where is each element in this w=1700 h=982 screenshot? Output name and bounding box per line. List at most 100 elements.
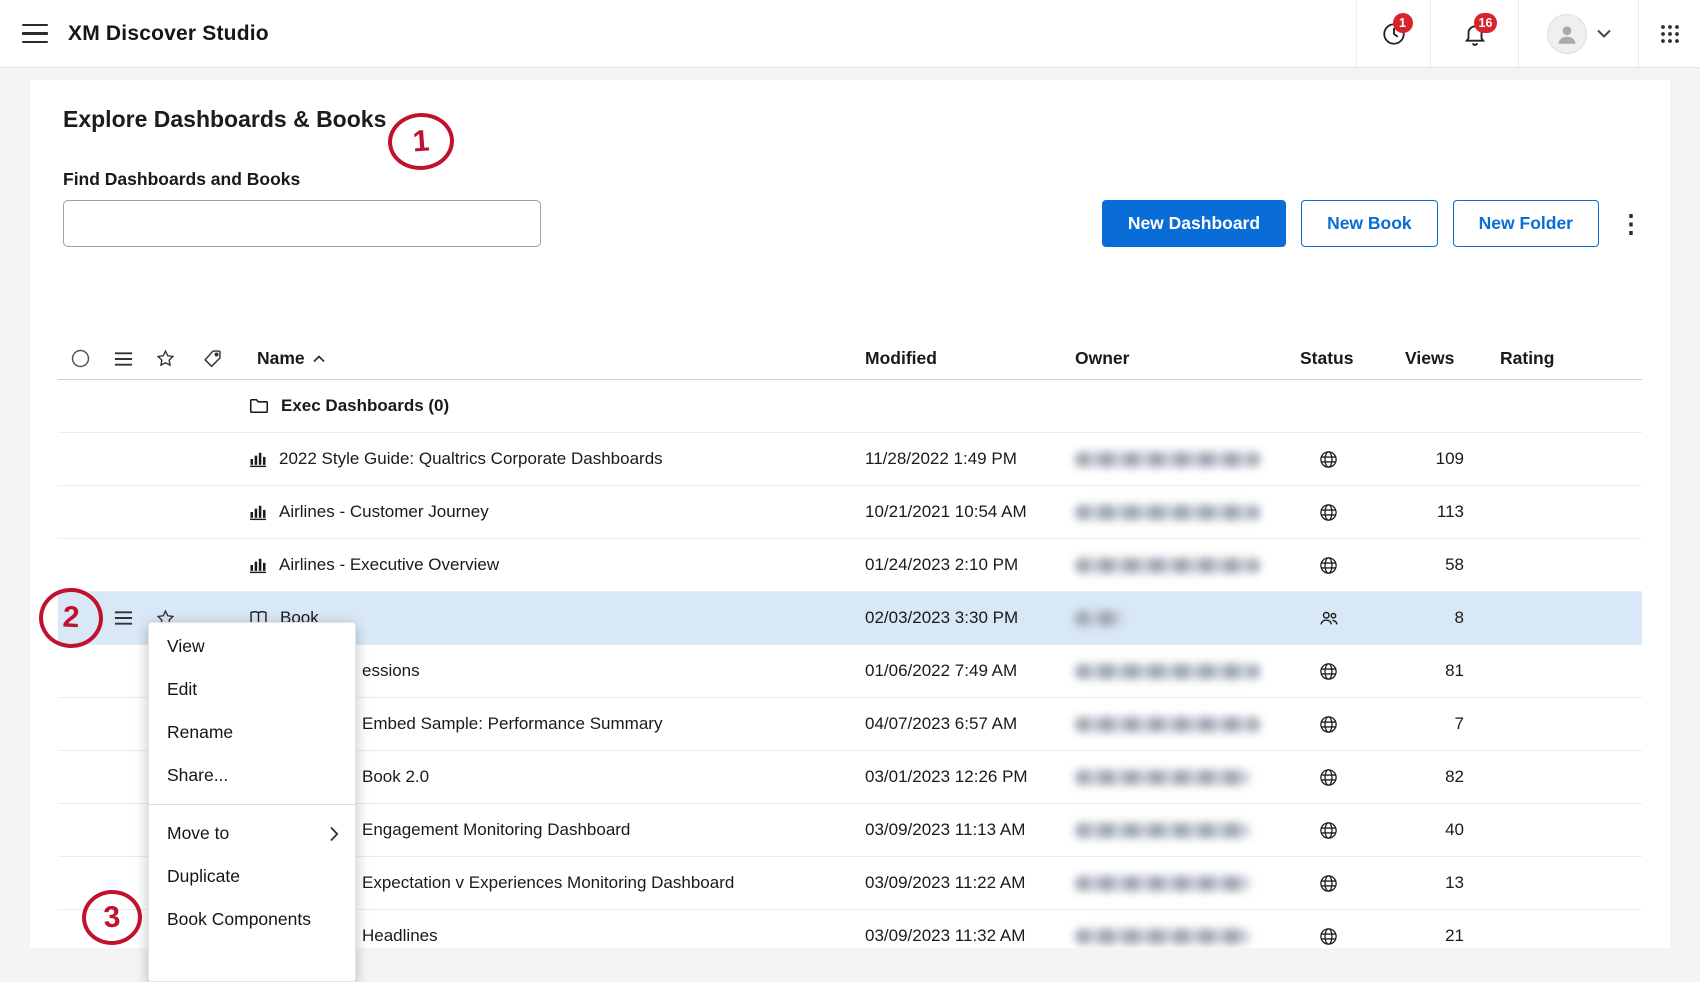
row-name-text: Book 2.0 [362, 767, 429, 787]
alerts-button[interactable]: 1 [1356, 0, 1430, 67]
row-views: 113 [1405, 502, 1500, 522]
row-name: Airlines - Customer Journey [238, 502, 865, 522]
dashboard-icon [248, 555, 268, 575]
menu-item-label: Move to [167, 823, 229, 844]
search-input[interactable] [63, 200, 541, 247]
menu-item-label: View [167, 636, 205, 657]
status-public-icon [1318, 767, 1339, 788]
menu-item-view[interactable]: View [149, 625, 355, 668]
menu-item-label: Share... [167, 765, 228, 786]
row-menu-icon[interactable] [102, 610, 144, 626]
table-row[interactable]: Airlines - Customer Journey 10/21/2021 10… [58, 486, 1642, 539]
row-modified: 10/21/2021 10:54 AM [865, 502, 1075, 522]
menu-item-share[interactable]: Share... [149, 754, 355, 797]
page-title: Explore Dashboards & Books [63, 106, 386, 133]
submenu-chevron-icon [329, 826, 339, 842]
status-public-icon [1318, 502, 1339, 523]
app-switcher-button[interactable] [1638, 0, 1700, 67]
owner-blurred-text [1075, 452, 1260, 467]
owner-blurred-text [1075, 611, 1123, 626]
column-header-modified[interactable]: Modified [865, 348, 1075, 369]
row-status [1300, 926, 1405, 947]
column-header-name[interactable]: Name [238, 348, 865, 369]
bell-icon: 16 [1462, 21, 1488, 47]
row-status [1300, 661, 1405, 682]
column-header-rating[interactable]: Rating [1500, 348, 1642, 369]
row-modified: 02/03/2023 3:30 PM [865, 608, 1075, 628]
more-actions-icon[interactable]: ⋮ [1618, 214, 1644, 234]
menu-item-label: Rename [167, 722, 233, 743]
row-context-menu: View Edit Rename Share... Move to Duplicate Bo… [148, 622, 356, 982]
row-views: 81 [1405, 661, 1500, 681]
row-owner [1075, 558, 1300, 573]
sort-caret-icon [313, 355, 325, 363]
row-name-text: Engagement Monitoring Dashboard [362, 820, 630, 840]
status-shared-icon [1318, 607, 1340, 629]
row-status [1300, 820, 1405, 841]
row-name-text: 2022 Style Guide: Qualtrics Corporate Da… [279, 449, 663, 469]
status-public-icon [1318, 449, 1339, 470]
dashboard-icon [248, 449, 268, 469]
menu-item-duplicate[interactable]: Duplicate [149, 855, 355, 898]
menu-item-label: Edit [167, 679, 197, 700]
table-header: Name Modified Owner Status Views Rating [58, 338, 1642, 380]
row-views: 82 [1405, 767, 1500, 787]
status-public-icon [1318, 820, 1339, 841]
row-name: Exec Dashboards (0) [238, 395, 865, 417]
row-owner [1075, 770, 1300, 785]
global-menu-icon[interactable] [22, 24, 48, 44]
row-owner [1075, 611, 1300, 626]
avatar [1547, 14, 1587, 54]
row-status [1300, 607, 1405, 629]
menu-item-label: Duplicate [167, 866, 240, 887]
row-modified: 03/01/2023 12:26 PM [865, 767, 1075, 787]
app-title: XM Discover Studio [68, 22, 269, 46]
column-header-views[interactable]: Views [1405, 348, 1500, 369]
column-header-owner[interactable]: Owner [1075, 348, 1300, 369]
table-row[interactable]: 2022 Style Guide: Qualtrics Corporate Da… [58, 433, 1642, 486]
row-name-text: Embed Sample: Performance Summary [362, 714, 662, 734]
row-modified: 11/28/2022 1:49 PM [865, 449, 1075, 469]
favorites-star-icon[interactable] [144, 348, 186, 369]
row-views: 21 [1405, 926, 1500, 946]
find-label: Find Dashboards and Books [63, 169, 300, 190]
menu-item-edit[interactable]: Edit [149, 668, 355, 711]
table-row[interactable]: Exec Dashboards (0) [58, 380, 1642, 433]
status-public-icon [1318, 873, 1339, 894]
row-name-text: Exec Dashboards (0) [281, 396, 449, 416]
status-public-icon [1318, 661, 1339, 682]
row-owner [1075, 717, 1300, 732]
new-book-button[interactable]: New Book [1301, 200, 1438, 247]
folder-icon [248, 395, 270, 417]
new-dashboard-button[interactable]: New Dashboard [1102, 200, 1286, 247]
filter-menu-icon[interactable] [102, 351, 144, 367]
owner-blurred-text [1075, 717, 1260, 732]
owner-blurred-text [1075, 876, 1250, 891]
row-name-text: Headlines [362, 926, 438, 946]
menu-divider [149, 804, 355, 805]
row-views: 7 [1405, 714, 1500, 734]
table-row[interactable]: Airlines - Executive Overview 01/24/2023 … [58, 539, 1642, 592]
status-public-icon [1318, 714, 1339, 735]
row-status [1300, 555, 1405, 576]
row-modified: 01/24/2023 2:10 PM [865, 555, 1075, 575]
owner-blurred-text [1075, 770, 1250, 785]
row-name-text: Airlines - Customer Journey [279, 502, 489, 522]
column-header-status[interactable]: Status [1300, 348, 1405, 369]
labels-tag-icon[interactable] [186, 348, 238, 369]
menu-item-rename[interactable]: Rename [149, 711, 355, 754]
chevron-down-icon [1597, 29, 1611, 38]
row-name-text: essions [362, 661, 420, 681]
row-modified: 01/06/2022 7:49 AM [865, 661, 1075, 681]
owner-blurred-text [1075, 929, 1250, 944]
select-all-circle-icon[interactable] [58, 349, 102, 368]
menu-item-move-to[interactable]: Move to [149, 812, 355, 855]
menu-item-book-components[interactable]: Book Components [149, 898, 355, 941]
user-menu-button[interactable] [1518, 0, 1638, 67]
row-views: 109 [1405, 449, 1500, 469]
new-folder-button[interactable]: New Folder [1453, 200, 1599, 247]
notifications-button[interactable]: 16 [1430, 0, 1518, 67]
row-status [1300, 873, 1405, 894]
row-name-text: Airlines - Executive Overview [279, 555, 499, 575]
owner-blurred-text [1075, 558, 1260, 573]
